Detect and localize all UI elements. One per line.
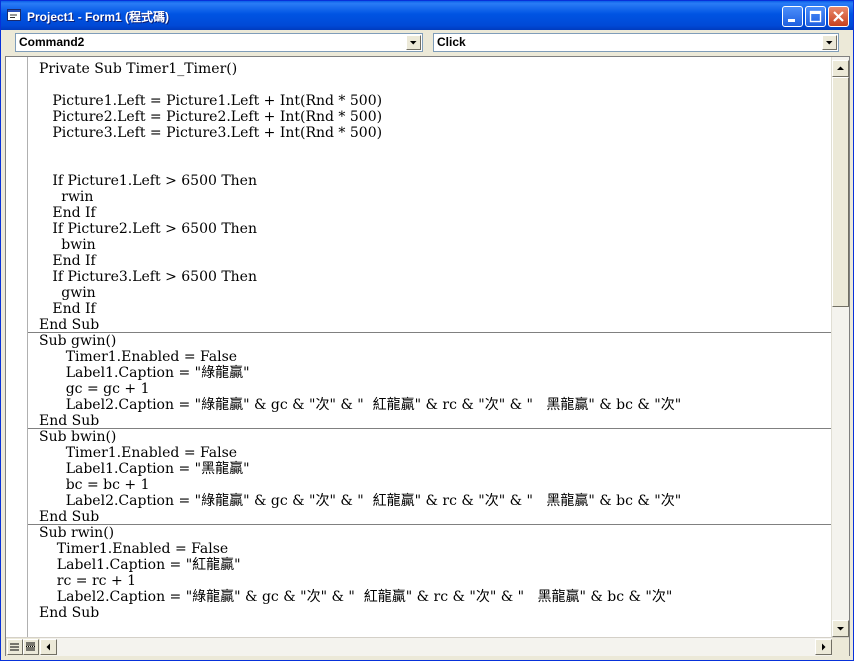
full-module-view-button[interactable] (23, 639, 39, 655)
code-line[interactable]: gwin (39, 285, 95, 301)
vb-code-window-icon (7, 9, 21, 21)
code-line[interactable]: Picture1.Left = Picture1.Left + Int(Rnd … (39, 93, 382, 109)
code-line[interactable]: If Picture1.Left > 6500 Then (39, 173, 257, 189)
close-button[interactable] (828, 6, 849, 27)
code-line[interactable]: Label2.Caption = "綠龍贏" & gc & "次" & " 紅龍… (39, 493, 682, 509)
chevron-down-icon (410, 41, 417, 45)
procedure-separator (28, 332, 832, 333)
code-line[interactable]: Sub gwin() (39, 333, 116, 349)
vertical-scroll-thumb[interactable] (832, 77, 849, 307)
code-line[interactable]: Label1.Caption = "黑龍贏" (39, 461, 250, 477)
procedure-combo-dropdown-button[interactable] (822, 35, 837, 50)
procedure-combo[interactable]: Click (433, 33, 839, 52)
code-window: Project1 - Form1 (程式碼) Command2 Click Pr… (0, 0, 854, 661)
code-line[interactable]: If Picture2.Left > 6500 Then (39, 221, 257, 237)
code-line[interactable]: End Sub (39, 317, 99, 333)
code-line[interactable]: Sub rwin() (39, 525, 114, 541)
code-text-area[interactable]: Private Sub Timer1_Timer() Picture1.Left… (28, 57, 832, 637)
horizontal-scrollbar[interactable] (40, 638, 832, 656)
chevron-down-icon (826, 41, 833, 45)
code-line[interactable]: Label1.Caption = "紅龍贏" (39, 557, 241, 573)
scroll-left-button[interactable] (40, 639, 57, 655)
minimize-icon (788, 19, 795, 22)
code-line[interactable]: Label2.Caption = "綠龍贏" & gc & "次" & " 紅龍… (39, 589, 673, 605)
procedure-combo-value: Click (437, 35, 466, 49)
code-line[interactable]: rc = rc + 1 (39, 573, 136, 589)
scroll-up-button[interactable] (832, 60, 849, 77)
procedure-view-button[interactable] (7, 639, 23, 655)
margin-indicator-bar[interactable] (6, 57, 28, 637)
scrollbar-corner (832, 638, 849, 656)
code-line[interactable]: If Picture3.Left > 6500 Then (39, 269, 257, 285)
code-line[interactable]: End If (39, 301, 95, 317)
scroll-right-button[interactable] (815, 639, 832, 655)
bottom-bar (6, 637, 849, 656)
arrow-up-icon (837, 66, 844, 70)
window-title: Project1 - Form1 (程式碼) (27, 10, 170, 24)
full-module-view-icon (26, 642, 35, 651)
arrow-left-icon (46, 643, 50, 651)
code-line[interactable]: gc = gc + 1 (39, 381, 150, 397)
object-combo-dropdown-button[interactable] (406, 35, 421, 50)
object-combo[interactable]: Command2 (15, 33, 423, 52)
arrow-right-icon (822, 643, 826, 651)
code-line[interactable]: Sub bwin() (39, 429, 116, 445)
minimize-button[interactable] (782, 6, 803, 27)
code-line[interactable]: Label1.Caption = "綠龍贏" (39, 365, 250, 381)
procedure-separator (28, 428, 832, 429)
code-line[interactable]: Timer1.Enabled = False (39, 445, 237, 461)
title-bar[interactable]: Project1 - Form1 (程式碼) (1, 1, 853, 30)
code-line[interactable]: Picture3.Left = Picture3.Left + Int(Rnd … (39, 125, 382, 141)
close-icon (833, 11, 844, 22)
code-line[interactable]: End Sub (39, 413, 99, 429)
code-line[interactable]: Timer1.Enabled = False (39, 541, 228, 557)
code-line[interactable]: bc = bc + 1 (39, 477, 150, 493)
code-line[interactable]: Private Sub Timer1_Timer() (39, 61, 237, 77)
code-line[interactable]: rwin (39, 189, 93, 205)
code-line[interactable]: End If (39, 253, 95, 269)
procedure-separator (28, 524, 832, 525)
scroll-down-button[interactable] (832, 620, 849, 637)
code-line[interactable]: Timer1.Enabled = False (39, 349, 237, 365)
code-editor[interactable]: Private Sub Timer1_Timer() Picture1.Left… (5, 56, 850, 656)
maximize-button[interactable] (805, 6, 826, 27)
procedure-view-icon (10, 643, 19, 651)
arrow-down-icon (837, 627, 844, 631)
object-combo-value: Command2 (19, 35, 85, 49)
code-line[interactable]: End Sub (39, 605, 99, 621)
code-line[interactable]: End If (39, 205, 95, 221)
code-line[interactable]: Label2.Caption = "綠龍贏" & gc & "次" & " 紅龍… (39, 397, 682, 413)
combo-bar: Command2 Click (5, 32, 849, 54)
maximize-icon (809, 10, 822, 23)
code-line[interactable]: Picture2.Left = Picture2.Left + Int(Rnd … (39, 109, 382, 125)
vertical-scrollbar[interactable] (831, 57, 849, 637)
code-line[interactable]: End Sub (39, 509, 99, 525)
code-line[interactable]: bwin (39, 237, 95, 253)
